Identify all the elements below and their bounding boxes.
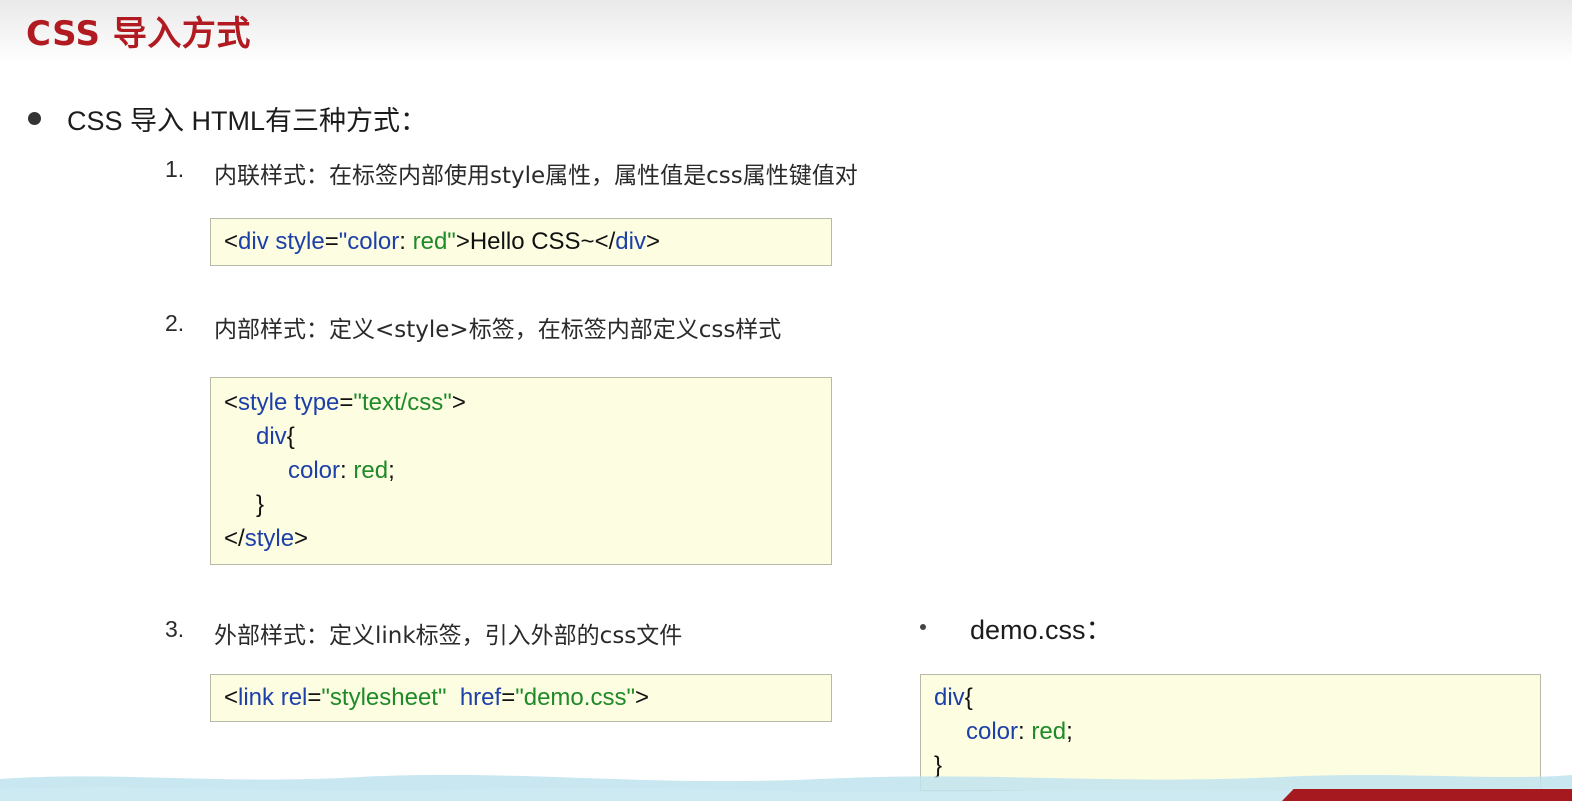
code-token: </ <box>224 525 245 552</box>
code-token: color <box>966 718 1019 745</box>
code-token: div <box>934 684 965 711</box>
demo-css-title: demo.css： <box>970 615 1113 645</box>
code-token: < <box>224 389 239 416</box>
item-3-number: 3. <box>165 616 185 642</box>
code-line: color: red; <box>934 715 1527 749</box>
code-block-link: <link rel="stylesheet" href="demo.css"> <box>210 674 832 722</box>
code-token: < <box>224 228 239 255</box>
item-3-text: 外部样式：定义link标签，引入外部的css文件 <box>214 623 683 649</box>
page-title: CSS 导入方式 <box>26 14 251 54</box>
code-token: div <box>256 423 287 450</box>
code-token: rel <box>274 684 308 711</box>
code-token: : <box>1018 718 1025 745</box>
code-token: "stylesheet" <box>321 684 447 711</box>
code-token: : <box>340 457 347 484</box>
code-token: link <box>238 684 275 711</box>
code-token: > <box>455 228 470 255</box>
code-token: style <box>238 389 288 416</box>
item-2-number: 2. <box>165 310 185 336</box>
code-token: > <box>451 389 466 416</box>
code-token: style <box>268 228 325 255</box>
item-1-text: 内联样式：在标签内部使用style属性，属性值是css属性键值对 <box>214 163 858 189</box>
code-token: red <box>1024 718 1067 745</box>
code-token: < <box>224 684 239 711</box>
code-token: > <box>645 228 660 255</box>
intro-text: CSS 导入 HTML有三种方式： <box>67 105 428 136</box>
code-token: "color <box>338 228 400 255</box>
code-token: red" <box>405 228 456 255</box>
code-token: "demo.css" <box>515 684 635 711</box>
code-line: div{ <box>224 420 818 454</box>
code-line: <style type="text/css"> <box>224 386 818 420</box>
code-line: } <box>934 749 1527 783</box>
code-token: = <box>307 684 322 711</box>
code-token: div <box>615 228 646 255</box>
code-token: ; <box>388 457 395 484</box>
code-token: ; <box>1066 718 1073 745</box>
code-line: color: red; <box>224 454 818 488</box>
code-token: } <box>256 491 265 518</box>
code-token: = <box>339 389 354 416</box>
intro-bullet: CSS 导入 HTML有三种方式： <box>28 98 427 138</box>
code-line: div{ <box>934 681 1527 715</box>
code-token: } <box>934 752 943 779</box>
bullet-dot-icon <box>920 624 926 630</box>
code-token: : <box>399 228 406 255</box>
code-block-demo-css: div{color: red;} <box>920 674 1541 791</box>
code-token: = <box>324 228 339 255</box>
code-token: href <box>446 684 502 711</box>
code-token: "text/css" <box>353 389 452 416</box>
code-block-inline: <div style="color: red">Hello CSS~</div> <box>210 218 832 266</box>
code-token: { <box>964 684 973 711</box>
item-1-number: 1. <box>165 156 185 182</box>
code-token: </ <box>594 228 616 255</box>
code-token: type <box>287 389 340 416</box>
code-token: red <box>346 457 389 484</box>
code-token: div <box>238 228 269 255</box>
bullet-dot-icon <box>28 111 41 125</box>
code-block-internal: <style type="text/css"> div{color: red;} <… <box>210 377 832 565</box>
item-2-text: 内部样式：定义<style>标签，在标签内部定义css样式 <box>214 317 782 343</box>
code-token: > <box>634 684 649 711</box>
code-token: > <box>294 525 309 552</box>
code-line: </style> <box>224 522 818 556</box>
decorative-band <box>1282 789 1572 801</box>
code-line: } <box>224 488 818 522</box>
code-token: Hello CSS~ <box>469 228 595 255</box>
code-token: style <box>244 525 295 552</box>
code-token: { <box>286 423 295 450</box>
code-token: = <box>501 684 516 711</box>
code-token: color <box>288 457 341 484</box>
